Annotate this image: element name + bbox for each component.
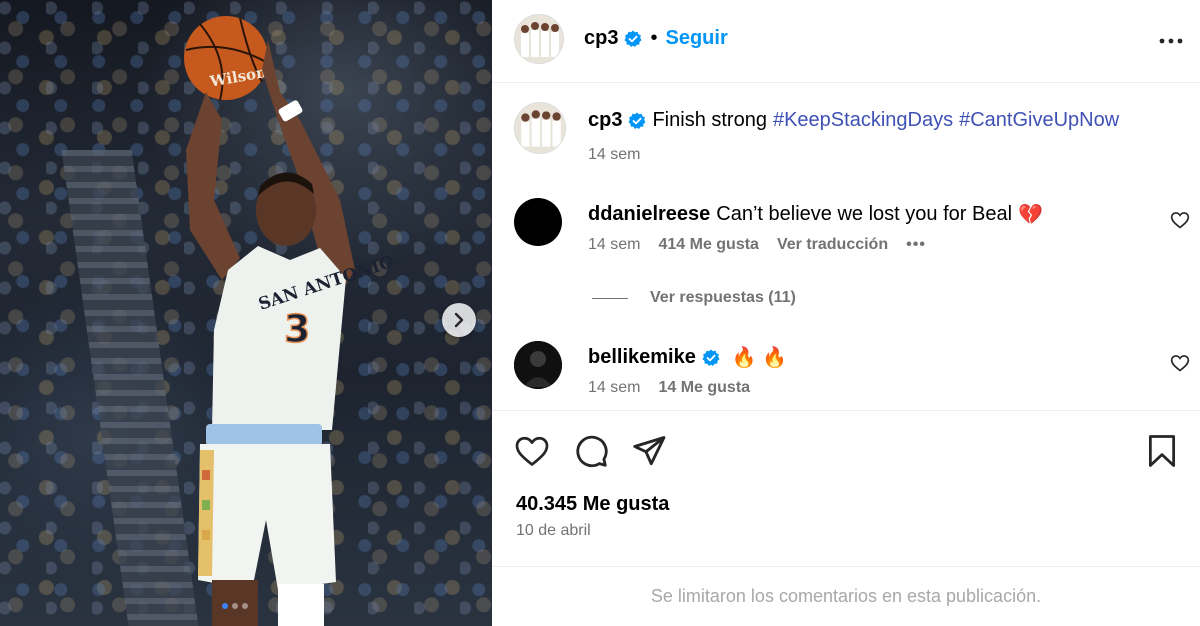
comment-username[interactable]: bellikemike (588, 346, 696, 369)
replies-divider-line (592, 297, 628, 299)
comment-text: Can’t believe we lost you for Beal (716, 203, 1013, 225)
comment-icon[interactable] (573, 433, 609, 469)
author-username[interactable]: cp3 (584, 27, 618, 50)
jersey-number: 3 (284, 307, 310, 351)
commenter-avatar[interactable] (514, 198, 562, 246)
hashtag-link[interactable]: #KeepStackingDays (773, 109, 953, 132)
caption-avatar[interactable] (514, 102, 566, 154)
verified-icon (702, 349, 720, 366)
post-media[interactable]: Wilson SAN ANTONIO 3 (0, 0, 492, 626)
carousel-dot (222, 603, 228, 609)
comment-like-heart-icon[interactable] (1170, 353, 1190, 373)
comment-time: 14 sem (588, 379, 641, 396)
group-photo-icon (515, 103, 565, 153)
person-photo-icon (514, 341, 562, 389)
carousel-dots (222, 603, 248, 609)
share-icon[interactable] (631, 433, 667, 469)
comment-username[interactable]: ddanielreese (588, 203, 710, 226)
post-header: cp3 • Seguir (492, 0, 1200, 83)
post-likes-count[interactable]: 40.345 Me gusta (516, 493, 669, 516)
broken-heart-emoji: 💔 (1018, 204, 1043, 226)
comment-more-button[interactable]: ••• (906, 236, 926, 254)
post-side-panel: cp3 • Seguir cp3 Finish strong #KeepStac… (492, 0, 1200, 626)
verified-icon (624, 30, 642, 47)
see-translation-link[interactable]: Ver traducción (777, 236, 888, 254)
comments-limited-footer: Se limitaron los comentarios en esta pub… (492, 566, 1200, 626)
group-photo-icon (515, 15, 563, 63)
carousel-dot (242, 603, 248, 609)
caption-time: 14 sem (588, 146, 641, 163)
player-photo: Wilson SAN ANTONIO 3 (184, 16, 397, 626)
view-replies-label: Ver respuestas (11) (650, 289, 796, 306)
post-caption: cp3 Finish strong #KeepStackingDays #Can… (514, 102, 1184, 163)
caption-text: Finish strong (652, 109, 767, 131)
caption-username[interactable]: cp3 (588, 109, 622, 132)
chevron-right-icon (454, 312, 464, 328)
heart-icon[interactable] (514, 433, 550, 469)
separator-bullet: • (650, 27, 658, 49)
bookmark-icon[interactable] (1146, 433, 1178, 469)
comment-time: 14 sem (588, 236, 641, 253)
verified-icon (628, 112, 646, 129)
post-actions: 40.345 Me gusta 10 de abril (492, 410, 1200, 566)
commenter-avatar[interactable] (514, 341, 562, 389)
author-avatar[interactable] (514, 14, 564, 64)
view-replies-button[interactable]: Ver respuestas (11) (592, 289, 796, 307)
comments-limited-notice: Se limitaron los comentarios en esta pub… (650, 586, 1042, 606)
fire-emoji: 🔥 🔥 (731, 347, 788, 369)
next-slide-button[interactable] (442, 303, 476, 337)
comment-likes-count[interactable]: 14 Me gusta (658, 379, 750, 397)
comment-likes-count[interactable]: 414 Me gusta (658, 236, 758, 254)
more-options-icon[interactable] (1158, 28, 1184, 54)
hashtag-link[interactable]: #CantGiveUpNow (959, 109, 1119, 132)
follow-button[interactable]: Seguir (665, 27, 727, 50)
comment-like-heart-icon[interactable] (1170, 210, 1190, 230)
carousel-dot (232, 603, 238, 609)
post-date: 10 de abril (516, 522, 591, 539)
